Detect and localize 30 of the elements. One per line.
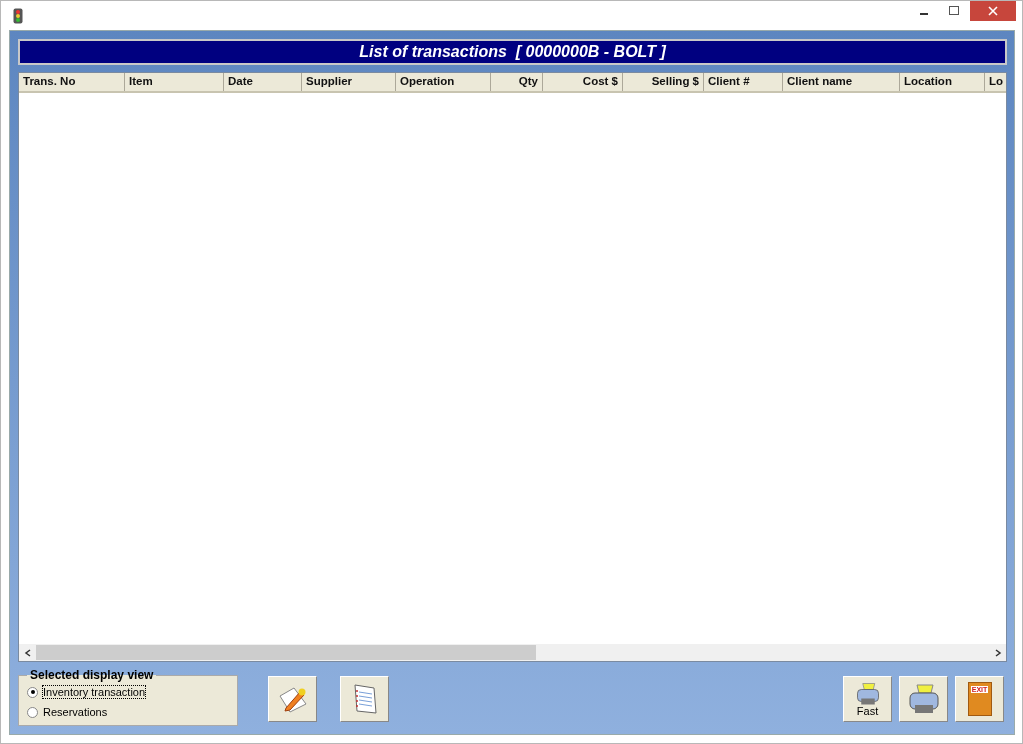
column-header[interactable]: Operation	[396, 73, 491, 91]
maximize-icon	[949, 6, 959, 16]
printer-icon	[906, 683, 941, 715]
column-header[interactable]: Date	[224, 73, 302, 91]
radio-option[interactable]: Inventory transaction	[27, 682, 229, 702]
minimize-icon	[920, 13, 928, 15]
column-header[interactable]: Location	[900, 73, 985, 91]
traffic-light-icon	[13, 8, 23, 24]
edit-button[interactable]	[268, 676, 317, 722]
column-header[interactable]: Lo	[985, 73, 1010, 91]
radio-button[interactable]	[27, 686, 38, 698]
print-button[interactable]: Fast	[843, 676, 892, 722]
column-header[interactable]: Item	[125, 73, 224, 91]
group-title: Selected display view	[29, 668, 155, 682]
radio-button[interactable]	[27, 706, 38, 718]
column-header[interactable]: Client name	[783, 73, 900, 91]
column-header[interactable]: Supplier	[302, 73, 396, 91]
scroll-thumb[interactable]	[36, 645, 536, 660]
column-header[interactable]: Selling $	[623, 73, 704, 91]
radio-option[interactable]: Reservations	[27, 702, 229, 722]
list-title: List of transactions [ 0000000B - BOLT ]	[18, 39, 1007, 65]
horizontal-scrollbar[interactable]	[19, 644, 1006, 661]
button-label: Fast	[856, 705, 879, 717]
column-header[interactable]: Qty	[491, 73, 543, 91]
column-header[interactable]: Trans. No	[19, 73, 125, 91]
print-button[interactable]	[899, 676, 948, 722]
close-icon	[988, 6, 998, 16]
column-header[interactable]: Cost $	[543, 73, 623, 91]
notes-button[interactable]	[340, 676, 389, 722]
column-header[interactable]: Client #	[704, 73, 783, 91]
